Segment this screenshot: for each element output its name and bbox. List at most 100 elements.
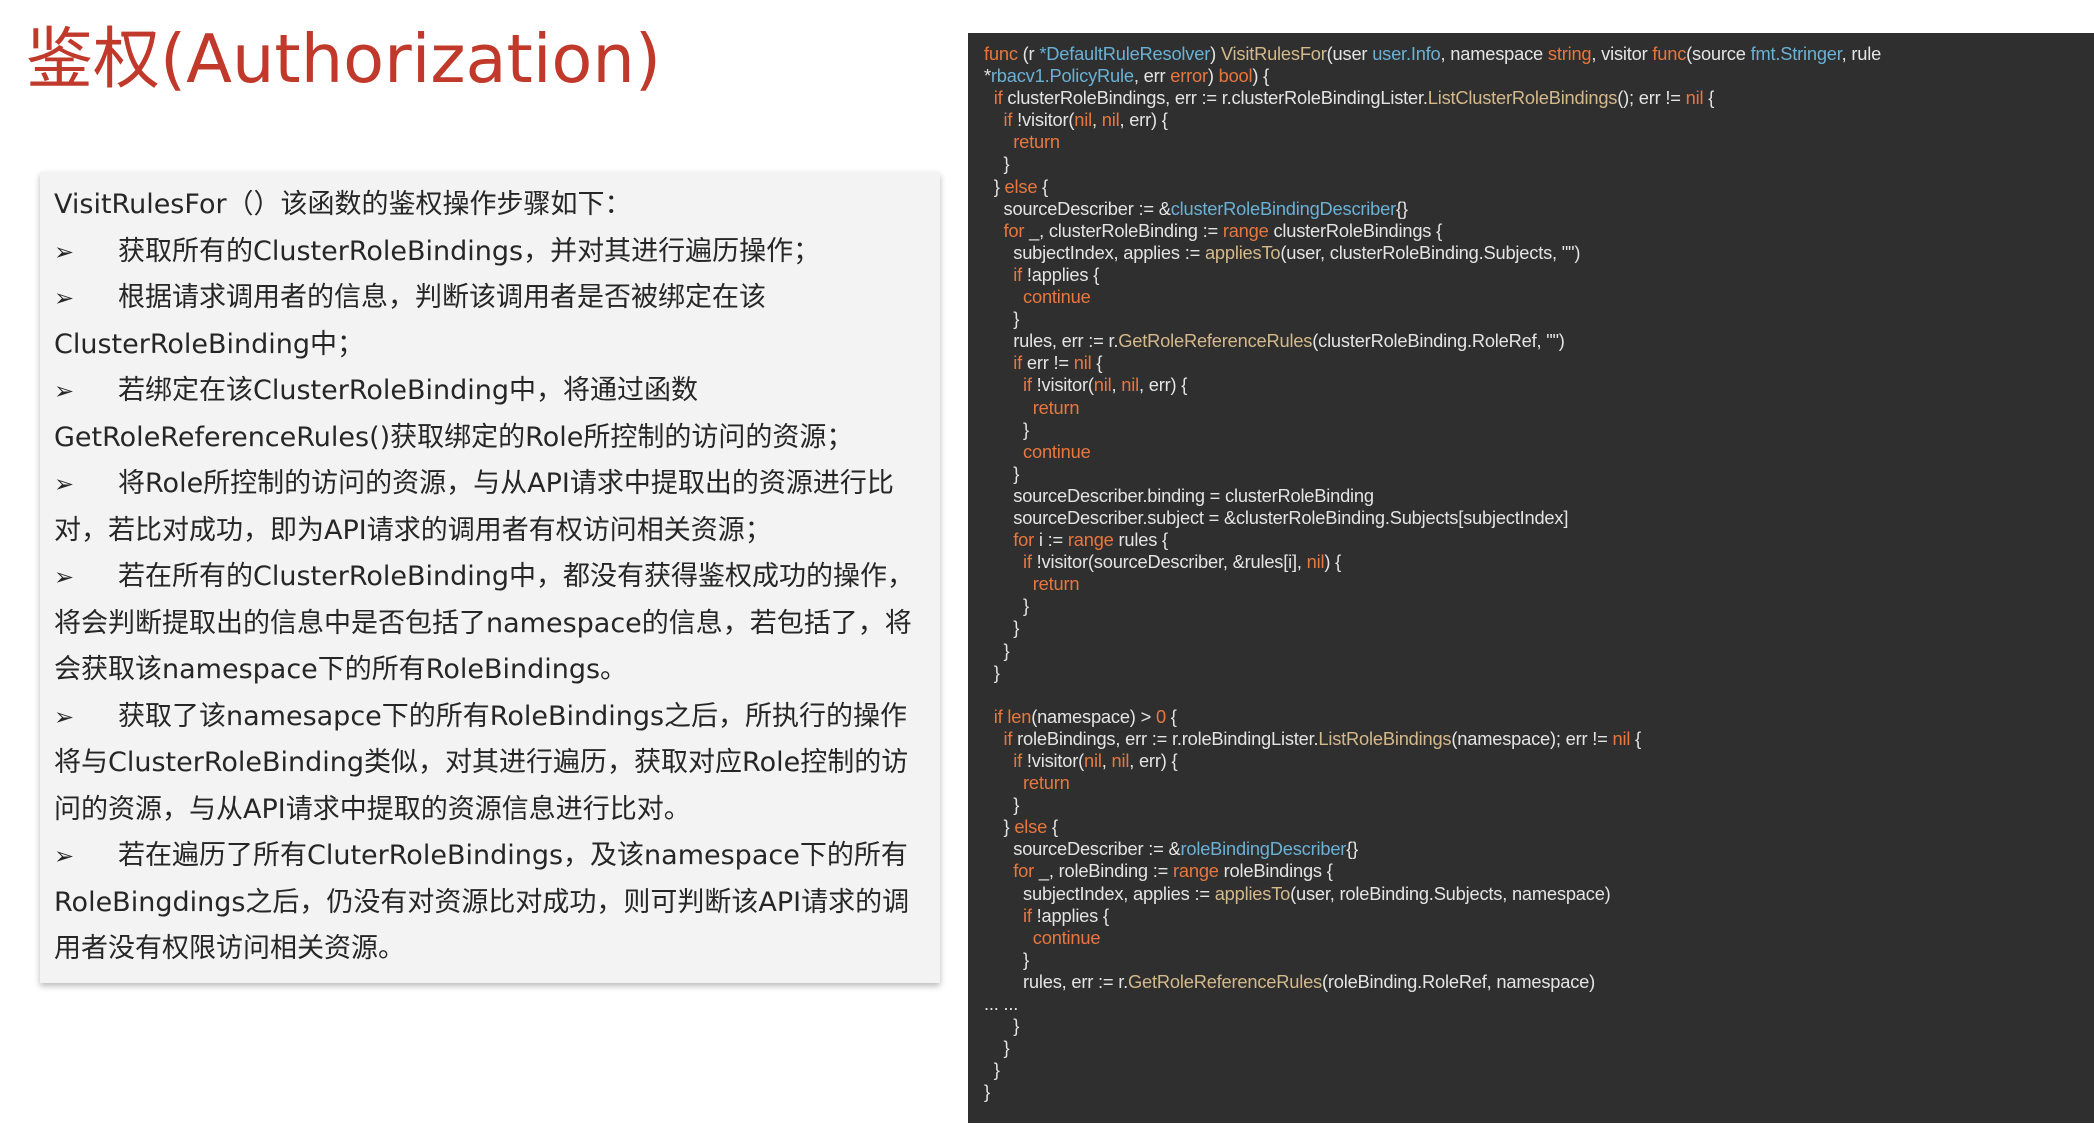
- bullet-line: ➢ 根据请求调用者的信息，判断该调用者是否被绑定在该: [54, 275, 924, 322]
- code-token: range: [1173, 860, 1219, 882]
- code-token: nil: [1073, 352, 1092, 374]
- code-token: user.Info: [1372, 43, 1441, 64]
- bullet-text: 将与ClusterRoleBinding类似，对其进行遍历，获取对应Role控制…: [54, 747, 909, 778]
- code-token: continue: [1023, 286, 1091, 308]
- code-token: }: [984, 1015, 1020, 1037]
- code-line: } else {: [984, 176, 2094, 198]
- code-token: error: [1170, 65, 1208, 87]
- code-line: if err != nil {: [984, 352, 2094, 374]
- bullet-text: 将会判断提取出的信息中是否包括了namespace的信息，若包括了，将: [54, 607, 912, 639]
- code-token: len: [1007, 705, 1032, 727]
- code-token: }: [984, 661, 1000, 683]
- code-token: sourceDescriber := &: [984, 838, 1181, 860]
- bullet-text: 用者没有权限访问相关资源。: [54, 933, 405, 964]
- code-token: if: [1013, 263, 1023, 285]
- code-token: continue: [1032, 926, 1101, 948]
- bullet-line: GetRoleReferenceRules()获取绑定的Role所控制的访问的资…: [54, 415, 924, 462]
- code-token: !visitor(: [1022, 750, 1085, 771]
- code-token: if: [1003, 727, 1013, 749]
- bullet-line: ➢ 若在遍历了所有CluterRoleBindings，及该namespace下的…: [54, 833, 924, 880]
- code-token: fmt.Stringer: [1750, 43, 1842, 64]
- code-token: {: [1630, 727, 1641, 749]
- code-token: if: [1023, 374, 1032, 396]
- bullet-line: ➢ 若在所有的ClusterRoleBinding中，都没有获得鉴权成功的操作，: [54, 554, 924, 601]
- code-line: for _, roleBinding := range roleBindings…: [984, 860, 2094, 882]
- code-token: {: [1047, 816, 1058, 838]
- code-line: ... ...: [984, 993, 2094, 1015]
- code-token: }: [984, 1037, 1010, 1059]
- code-token: appliesTo: [1214, 882, 1291, 904]
- code-token: (r: [1017, 43, 1040, 64]
- code-line: if len(namespace) > 0 {: [984, 706, 2094, 728]
- code-token: }: [984, 1059, 1000, 1081]
- code-token: , err) {: [1138, 374, 1188, 396]
- code-line: continue: [984, 286, 2094, 308]
- code-token: nil: [1121, 374, 1139, 396]
- arrow-bullet-icon: ➢: [54, 377, 75, 405]
- code-token: , visitor: [1591, 43, 1653, 64]
- bullet-text: GetRoleReferenceRules()获取绑定的Role所控制的访问的资…: [54, 421, 854, 453]
- code-token: nil: [1306, 551, 1325, 573]
- code-token: rbacv1.PolicyRule: [990, 65, 1134, 87]
- code-token: else: [1004, 175, 1038, 197]
- bullet-item: ➢ 获取所有的ClusterRoleBindings，并对其进行遍历操作；: [54, 229, 924, 276]
- arrow-bullet-icon: ➢: [54, 842, 75, 870]
- code-token: for: [1013, 860, 1035, 882]
- code-token: if: [1023, 904, 1032, 926]
- code-token: bool: [1218, 65, 1253, 87]
- code-token: (namespace) >: [1031, 705, 1156, 727]
- arrow-bullet-icon: ➢: [54, 563, 75, 591]
- code-token: , err) {: [1129, 750, 1178, 771]
- code-token: subjectIndex, applies :=: [984, 882, 1215, 904]
- code-token: {: [1091, 352, 1103, 374]
- code-token: , rule: [1841, 43, 1882, 64]
- code-token: !applies {: [1031, 904, 1109, 926]
- code-token: ): [1207, 65, 1219, 87]
- code-token: ListClusterRoleBindings: [1427, 87, 1618, 109]
- arrow-bullet-icon: ➢: [54, 237, 75, 266]
- code-token: GetRoleReferenceRules: [1128, 970, 1322, 992]
- code-token: }: [984, 948, 1029, 970]
- code-token: *DefaultRuleResolver: [1039, 43, 1211, 64]
- bullet-text: RoleBingdings之后，仍没有对资源比对成功，则可判断该API请求的调: [54, 886, 910, 918]
- code-token: ... ...: [984, 993, 1019, 1015]
- code-token: }: [984, 1081, 990, 1103]
- code-token: (user, roleBinding.Subjects, namespace): [1290, 882, 1611, 904]
- code-token: if: [993, 87, 1003, 109]
- code-token: (user, clusterRoleBinding.Subjects, ""): [1280, 241, 1581, 263]
- code-block: func (r *DefaultRuleResolver) VisitRules…: [984, 43, 2094, 1104]
- bullet-text: 将Role所控制的访问的资源，与从API请求中提取出的资源进行比: [118, 468, 894, 499]
- bullet-line: ➢ 若绑定在该ClusterRoleBinding中，将通过函数: [54, 368, 924, 415]
- code-token: sourceDescriber.subject = &clusterRoleBi…: [984, 506, 1569, 528]
- bullet-text: 若在遍历了所有CluterRoleBindings，及该namespace下的所…: [118, 840, 908, 871]
- code-line: for _, clusterRoleBinding := range clust…: [984, 220, 2094, 242]
- code-line: return: [984, 573, 2094, 595]
- code-token: if: [1023, 551, 1032, 573]
- bullet-item: ➢ 获取了该namesapce下的所有RoleBindings之后，所执行的操作将…: [54, 694, 924, 834]
- bullet-line: 会获取该namespace下的所有RoleBindings。: [54, 647, 924, 694]
- code-token: }: [984, 595, 1029, 617]
- code-line: }: [984, 463, 2094, 485]
- code-token: return: [1032, 573, 1080, 595]
- code-token: }: [984, 617, 1020, 639]
- bullet-line: RoleBingdings之后，仍没有对资源比对成功，则可判断该API请求的调: [54, 880, 924, 927]
- code-token: nil: [1612, 727, 1631, 749]
- code-line: if roleBindings, err := r.roleBindingLis…: [984, 728, 2094, 750]
- code-token: _, clusterRoleBinding :=: [1024, 219, 1223, 241]
- code-token: }: [984, 462, 1020, 484]
- code-line: func (r *DefaultRuleResolver) VisitRules…: [984, 43, 2094, 65]
- bullet-line: 将会判断提取出的信息中是否包括了namespace的信息，若包括了，将: [54, 601, 924, 648]
- code-token: sourceDescriber.binding = clusterRoleBin…: [984, 484, 1374, 506]
- code-token: appliesTo: [1204, 241, 1281, 263]
- code-line: continue: [984, 441, 2094, 463]
- code-line: rules, err := r.GetRoleReferenceRules(cl…: [984, 330, 2094, 352]
- bullet-line: ➢ 将Role所控制的访问的资源，与从API请求中提取出的资源进行比: [54, 461, 924, 508]
- code-token: if: [1013, 750, 1023, 771]
- code-token: for: [1013, 529, 1035, 551]
